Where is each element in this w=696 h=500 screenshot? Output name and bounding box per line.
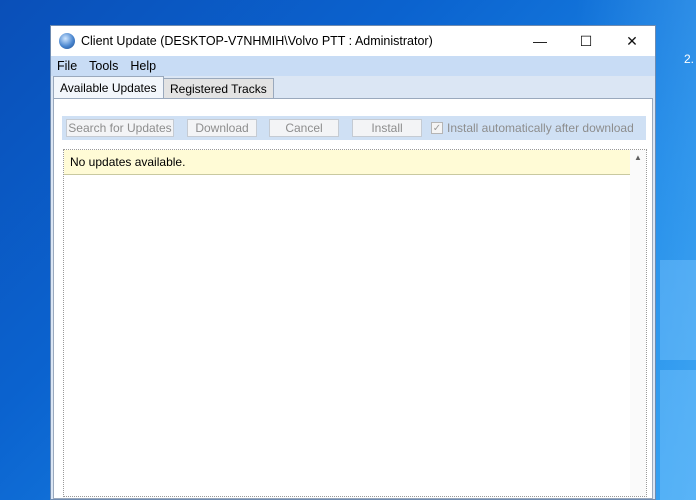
window-controls: — ☐ ✕ <box>517 26 655 56</box>
window-title: Client Update (DESKTOP-V7NHMIH\Volvo PTT… <box>81 34 433 48</box>
auto-install-label: Install automatically after download <box>447 121 634 135</box>
available-updates-panel: Search for Updates Download Cancel Insta… <box>53 98 653 499</box>
updates-list[interactable]: No updates available. ▲ <box>63 149 647 497</box>
scroll-up-arrow-icon[interactable]: ▲ <box>630 150 646 164</box>
title-bar[interactable]: Client Update (DESKTOP-V7NHMIH\Volvo PTT… <box>51 26 655 56</box>
menu-help[interactable]: Help <box>124 59 162 73</box>
close-icon: ✕ <box>626 32 638 49</box>
checkmark-icon: ✓ <box>432 122 442 134</box>
search-for-updates-button[interactable]: Search for Updates <box>66 119 174 137</box>
tab-strip: Available Updates Registered Tracks <box>51 76 655 98</box>
minimize-button[interactable]: — <box>517 26 563 56</box>
menu-file[interactable]: File <box>51 59 83 73</box>
maximize-icon: ☐ <box>579 32 593 49</box>
auto-install-option[interactable]: ✓ Install automatically after download <box>431 121 634 135</box>
close-button[interactable]: ✕ <box>609 26 655 56</box>
globe-icon <box>59 33 75 49</box>
auto-install-checkbox[interactable]: ✓ <box>431 122 443 134</box>
tab-available-updates[interactable]: Available Updates <box>53 76 164 98</box>
minimize-icon: — <box>533 33 547 49</box>
cancel-button[interactable]: Cancel <box>269 119 339 137</box>
menu-tools[interactable]: Tools <box>83 59 124 73</box>
maximize-button[interactable]: ☐ <box>563 26 609 56</box>
vertical-scrollbar[interactable]: ▲ <box>630 150 646 496</box>
download-button[interactable]: Download <box>187 119 257 137</box>
menu-bar: File Tools Help <box>51 56 655 76</box>
list-item: No updates available. <box>64 150 630 175</box>
client-update-window: Client Update (DESKTOP-V7NHMIH\Volvo PTT… <box>50 25 656 500</box>
install-button[interactable]: Install <box>352 119 422 137</box>
desktop-window-pane <box>660 260 696 360</box>
tab-registered-tracks[interactable]: Registered Tracks <box>163 78 274 98</box>
toolbar: Search for Updates Download Cancel Insta… <box>62 116 646 140</box>
desktop-edge-text: 2. <box>684 52 695 66</box>
desktop-window-pane <box>660 370 696 500</box>
